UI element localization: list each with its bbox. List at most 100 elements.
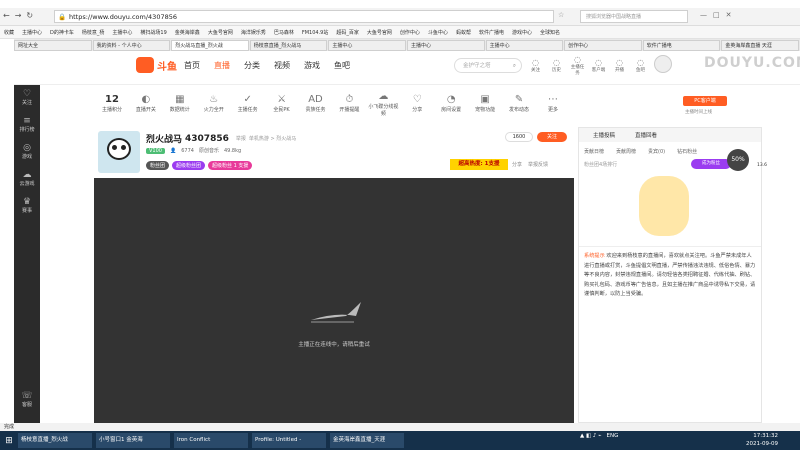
taskbar-item[interactable]: Iron Conflict: [174, 433, 248, 448]
bookmark-item[interactable]: 软件广播电: [479, 29, 504, 36]
left-nav-item[interactable]: ♡ 关注: [14, 85, 40, 112]
bookmark-item[interactable]: 全球知名: [540, 29, 560, 36]
bookmark-item[interactable]: 超码_百家: [336, 29, 359, 36]
fan-club-badge[interactable]: 粉丝团: [146, 161, 170, 170]
bookmark-item[interactable]: 收藏: [4, 29, 14, 36]
bookmark-item[interactable]: 巴马森林: [274, 29, 294, 36]
left-nav-item[interactable]: ◎ 游戏: [14, 139, 40, 166]
anchor-tool[interactable]: ▣ 宠物功能: [468, 93, 502, 113]
bookmark-item[interactable]: 蚂蚁帮: [456, 29, 471, 36]
douyu-logo-icon[interactable]: [136, 57, 154, 73]
browser-tab[interactable]: 主播中心: [485, 39, 564, 51]
anchor-tool[interactable]: ☁ 小飞碟分线视频: [366, 90, 400, 117]
url-input[interactable]: 🔒 https://www.douyu.com/4307856: [54, 10, 554, 23]
browser-tab[interactable]: 软件广播电: [642, 39, 721, 51]
browser-tab[interactable]: 网址大全: [14, 39, 92, 51]
super-fan-badge[interactable]: 超级粉丝团: [172, 161, 206, 170]
bookmark-item[interactable]: 主播中心: [22, 29, 42, 36]
bookmark-item[interactable]: 大鱼号官网: [367, 29, 392, 36]
header-icon-item[interactable]: ◌ 主播任务: [569, 55, 586, 76]
bookmark-item[interactable]: 斗鱼中心: [428, 29, 448, 36]
anchor-tool[interactable]: ♨ 火力全开: [197, 93, 231, 113]
site-logo[interactable]: 斗鱼: [157, 58, 177, 73]
anchor-tool[interactable]: ✓ 主播任务: [231, 93, 265, 113]
hot-level-banner[interactable]: 超高热度: 1支援: [450, 159, 508, 170]
anchor-tool[interactable]: ⏱ 开播提醒: [332, 93, 366, 113]
site-search-input[interactable]: 金护守之塔 ⌕: [454, 58, 522, 73]
bookmark-item[interactable]: 海洋娱乐秀: [241, 29, 266, 36]
report-button[interactable]: 举报反馈: [528, 161, 548, 168]
browser-tab[interactable]: 金英海岸鑫直播 天涯: [721, 39, 799, 51]
avatar[interactable]: [654, 55, 672, 73]
browser-tab[interactable]: 主播中心: [406, 39, 485, 51]
search-icon[interactable]: ⌕: [513, 59, 516, 73]
rank-subtab[interactable]: 钻石粉丝: [677, 148, 697, 155]
header-icon-item[interactable]: ◌ 开播: [611, 58, 628, 73]
close-icon[interactable]: ✕: [726, 11, 732, 19]
maximize-icon[interactable]: □: [713, 11, 720, 19]
taskbar-item[interactable]: Profile: Untitled -: [252, 433, 326, 448]
room-category[interactable]: 原创音乐: [199, 147, 219, 154]
room-category-breadcrumb[interactable]: 单机热游 > 烈火战马: [249, 135, 296, 142]
site-nav-item[interactable]: 首页: [184, 60, 200, 71]
anchor-tool[interactable]: 12 主播积分: [95, 93, 129, 113]
rank-subtab[interactable]: 贡献日榜: [584, 148, 604, 155]
bookmark-item[interactable]: 主播中心: [112, 29, 132, 36]
windows-start-icon[interactable]: ⊞: [2, 436, 16, 446]
header-icon-item[interactable]: ◌ 关注: [527, 58, 544, 73]
bookmark-item[interactable]: 大鱼号官网: [208, 29, 233, 36]
anchor-tool[interactable]: ◐ 直播开关: [129, 93, 163, 113]
bookmark-item[interactable]: 横扫战场19: [140, 29, 166, 36]
left-nav-item[interactable]: ≡ 排行榜: [14, 112, 40, 139]
browser-tab[interactable]: 我的资料 - 个人中心: [92, 39, 171, 51]
left-nav-item[interactable]: ☁ 云游戏: [14, 166, 40, 193]
join-fanclub-button[interactable]: 成为粉丝: [691, 159, 731, 169]
bookmark-item[interactable]: FM104.9站: [302, 29, 329, 36]
site-nav-item[interactable]: 分类: [244, 60, 260, 71]
site-nav-item[interactable]: 直播: [214, 60, 230, 71]
anchor-tool[interactable]: ⋯ 更多: [536, 93, 570, 113]
left-nav-item[interactable]: ☏ 客服: [14, 387, 40, 414]
anchor-tool[interactable]: ♡ 分享: [400, 93, 434, 113]
bookmark-item[interactable]: 游戏中心: [512, 29, 532, 36]
pc-client-button[interactable]: PC客户端: [683, 96, 727, 106]
browser-tab[interactable]: 创作中心: [564, 39, 642, 51]
browser-tab[interactable]: 烈火战马直播_烈火战: [171, 39, 249, 51]
taskbar-item[interactable]: 小号窗口1 金英海: [96, 433, 170, 448]
input-language[interactable]: ENG: [607, 433, 619, 439]
rank-subtab[interactable]: 贵宾(0): [648, 148, 665, 155]
follow-button[interactable]: 关注: [537, 132, 567, 142]
header-icon-item[interactable]: ◌ 鱼吧: [632, 58, 649, 73]
support-badge[interactable]: 超级粉丝 1 支援: [208, 161, 253, 170]
anchor-avatar[interactable]: [98, 131, 140, 173]
site-nav-item[interactable]: 游戏: [304, 60, 320, 71]
tab-anchor-posts[interactable]: 主播投稿: [593, 131, 615, 139]
bookmark-star-icon[interactable]: ☆: [558, 11, 564, 19]
site-nav-item[interactable]: 鱼吧: [334, 60, 350, 71]
forward-icon[interactable]: →: [15, 11, 22, 20]
anchor-tool[interactable]: AD 贵族任务: [299, 93, 333, 113]
header-icon-item[interactable]: ◌ 历史: [548, 58, 565, 73]
clock[interactable]: 17:31:32 2021-09-09: [746, 432, 778, 448]
anchor-tool[interactable]: ✎ 发布动态: [502, 93, 536, 113]
back-icon[interactable]: ←: [3, 11, 10, 20]
share-button[interactable]: 分享: [512, 161, 522, 168]
video-player[interactable]: 主播正在连线中，请稍后重试: [94, 178, 574, 423]
anchor-tool[interactable]: ▦ 数据统计: [163, 93, 197, 113]
browser-tab[interactable]: 杨枝意直播_烈火战马: [249, 39, 328, 51]
tab-replay[interactable]: 直播回看: [635, 131, 657, 139]
bookmark-item[interactable]: 杨枝意_杨: [82, 29, 105, 36]
anchor-tool[interactable]: ⚔ 全民PK: [265, 93, 299, 113]
browser-search-input[interactable]: 搜狐浏览器中国战略直播: [580, 10, 688, 23]
tray-icons[interactable]: ▲ ◧ ♪ ⌁: [580, 433, 602, 439]
browser-tab[interactable]: 主播中心: [328, 39, 406, 51]
site-nav-item[interactable]: 视频: [274, 60, 290, 71]
bookmark-item[interactable]: 创作中心: [400, 29, 420, 36]
anchor-tool[interactable]: ◔ 房间设置: [434, 93, 468, 113]
rank-subtab[interactable]: 贡献周榜: [616, 148, 636, 155]
report-link[interactable]: 举报: [236, 135, 246, 142]
left-nav-item[interactable]: ♛ 赛事: [14, 193, 40, 220]
bookmark-item[interactable]: 金英海岸鑫: [175, 29, 200, 36]
minimize-icon[interactable]: —: [700, 11, 707, 19]
header-icon-item[interactable]: ◌ 客户端: [590, 58, 607, 73]
